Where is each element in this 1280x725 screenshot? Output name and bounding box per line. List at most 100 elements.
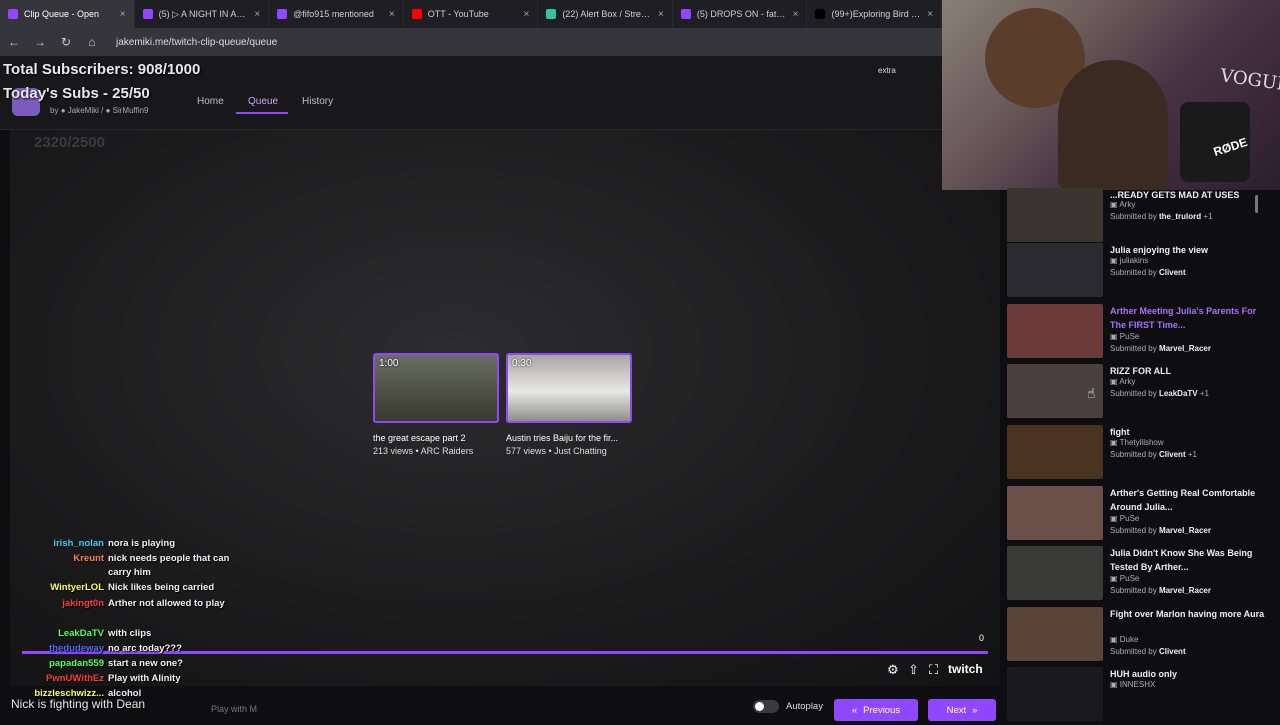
queue-title[interactable]: Julia enjoying the view [1110,243,1265,257]
queue-thumbnail[interactable] [1007,667,1103,721]
clip-title[interactable]: the great escape part 2 [373,433,503,443]
today-subs-overlay: Today's Subs - 25/50 [3,85,150,102]
queue-thumbnail[interactable] [1007,425,1103,479]
settings-icon[interactable]: ⚙ [887,662,899,678]
channel-icon: ▣ [1110,332,1120,341]
queue-title[interactable]: Arther's Getting Real Comfortable Around… [1110,486,1265,514]
author-link-jakemiki[interactable]: JakeMiki [68,106,99,115]
queue-item[interactable]: HUH audio only ▣ INNESHX [1007,667,1267,725]
close-icon[interactable]: × [793,9,799,20]
close-icon[interactable]: × [389,9,395,20]
back-icon[interactable]: ← [8,35,20,49]
tab-favicon-icon [8,9,18,19]
queue-thumbnail[interactable] [1007,607,1103,661]
channel-icon: ▣ [1110,200,1120,209]
reload-icon[interactable]: ↻ [60,35,72,49]
recommended-clip-2[interactable]: 0:30 Austin tries Baiju for the fir... 5… [506,353,632,456]
tab-title: (5) ▷ A NIGHT IN AMST [158,8,249,19]
home-icon[interactable]: ⌂ [86,35,98,49]
browser-tab[interactable]: (5) ▷ A NIGHT IN AMST × [135,0,270,28]
queue-thumbnail[interactable] [1007,486,1103,540]
chat-message: no arc today??? [108,643,182,654]
chat-username[interactable]: PwnUWithEz [46,673,104,684]
author-link-sirmuffin[interactable]: SirMuffin9 [113,106,149,115]
forward-icon[interactable]: → [34,35,46,49]
github-icon: ● [105,106,111,115]
queue-item[interactable]: Arther Meeting Julia's Parents For The F… [1007,304,1267,362]
queue-item[interactable]: RIZZ FOR ALL ▣ Arky Submitted by LeakDaTV … [1007,364,1267,422]
chat-username[interactable]: thedudeway [49,643,104,654]
streamer [1058,60,1168,190]
nav-queue[interactable]: Queue [248,96,278,107]
credits: by ● JakeMiki / ● SirMuffin9 [50,106,149,115]
queue-item[interactable]: Arther's Getting Real Comfortable Around… [1007,486,1267,544]
close-icon[interactable]: × [523,9,529,20]
extra-label: extra [878,66,896,75]
fullscreen-icon[interactable]: ⛶ [929,662,938,678]
previous-button[interactable]: « Previous [834,699,918,721]
chat-username[interactable]: LeakDaTV [58,628,104,639]
recommended-clip-1[interactable]: 1:00 the great escape part 2 213 views •… [373,353,499,456]
clip-thumbnail[interactable]: 0:30 [506,353,632,423]
chat-username[interactable]: irish_nolan [53,538,104,549]
close-icon[interactable]: × [927,9,933,20]
nav-home[interactable]: Home [197,96,224,107]
chat-message: nick needs people that can [108,553,230,564]
clip-meta: 213 views • ARC Raiders [373,446,474,456]
queue-item[interactable]: ...READY GETS MAD AT USES ▣ Arky Submitted… [1007,188,1267,246]
active-tab-indicator [236,112,288,114]
tab-title: (22) Alert Box / Streamlab [562,9,652,19]
queue-item[interactable]: fight ▣ Thetylilshow Submitted by Clivent … [1007,425,1267,483]
browser-tab[interactable]: (22) Alert Box / Streamlab × [538,0,673,28]
browser-tab[interactable]: (5) DROPS ON - fat - Tw × [673,0,808,28]
autoplay-label: Autoplay [786,701,823,712]
autoplay-knob[interactable] [755,702,764,711]
channel-icon: ▣ [1110,680,1120,689]
clip-meta: 577 views • Just Chatting [506,446,607,456]
queue-channel: ▣ PuSe [1110,574,1140,583]
nav-history[interactable]: History [302,96,333,107]
chat-username[interactable]: Kreunt [73,553,104,564]
url-field[interactable]: jakemiki.me/twitch-clip-queue/queue [116,37,277,48]
share-icon[interactable]: ⇧ [908,662,919,678]
nick-fighting-overlay: Nick is fighting with Dean [11,697,146,711]
clip-duration: 0:30 [512,358,532,369]
scrollbar-thumb[interactable] [1255,195,1258,213]
close-icon[interactable]: × [254,9,260,20]
next-button[interactable]: Next » [928,699,996,721]
close-icon[interactable]: × [658,9,664,20]
queue-item[interactable]: Julia enjoying the view ▣ juliakins Submit… [1007,243,1267,301]
chat-username[interactable]: jakingt0n [62,598,104,609]
queue-thumbnail[interactable] [1007,243,1103,297]
queue-title[interactable]: Fight over Marlon having more Aura [1110,607,1265,621]
queue-item[interactable]: Fight over Marlon having more Aura ▣ Duke… [1007,607,1267,665]
channel-icon: ▣ [1110,256,1120,265]
browser-tab[interactable]: OTT - YouTube × [404,0,539,28]
queue-thumbnail[interactable] [1007,188,1103,242]
channel-icon: ▣ [1110,635,1120,644]
channel-icon: ▣ [1110,574,1120,583]
queue-submitter: Submitted by the_trulord +1 [1110,212,1213,221]
tab-favicon-icon [546,9,557,19]
browser-tab[interactable]: Clip Queue - Open × [0,0,135,28]
queue-thumbnail[interactable] [1007,304,1103,358]
channel-icon: ▣ [1110,514,1120,523]
twitch-logo[interactable]: twitch [948,662,983,676]
close-icon[interactable]: × [120,9,126,20]
queue-title[interactable]: RIZZ FOR ALL [1110,364,1265,378]
queue-thumbnail[interactable] [1007,546,1103,600]
chat-username[interactable]: bizzleschwizz... [34,688,104,699]
chat-username[interactable]: WintyerLOL [50,582,104,593]
queue-title[interactable]: Julia Didn't Know She Was Being Tested B… [1110,546,1265,574]
queue-title[interactable]: Arther Meeting Julia's Parents For The F… [1110,304,1265,332]
queue-item[interactable]: Julia Didn't Know She Was Being Tested B… [1007,546,1267,604]
clip-title[interactable]: Austin tries Baiju for the fir... [506,433,636,443]
queue-submitter: Submitted by Marvel_Racer [1110,344,1211,353]
browser-tab[interactable]: @fifo915 mentioned × [269,0,404,28]
queue-title[interactable]: fight [1110,425,1265,439]
clip-thumbnail[interactable]: 1:00 [373,353,499,423]
queue-title[interactable]: HUH audio only [1110,667,1265,681]
chat-username[interactable]: papadan559 [49,658,104,669]
tab-title: OTT - YouTube [427,9,489,19]
browser-tab[interactable]: (99+)Exploring Bird Theo × [807,0,943,28]
